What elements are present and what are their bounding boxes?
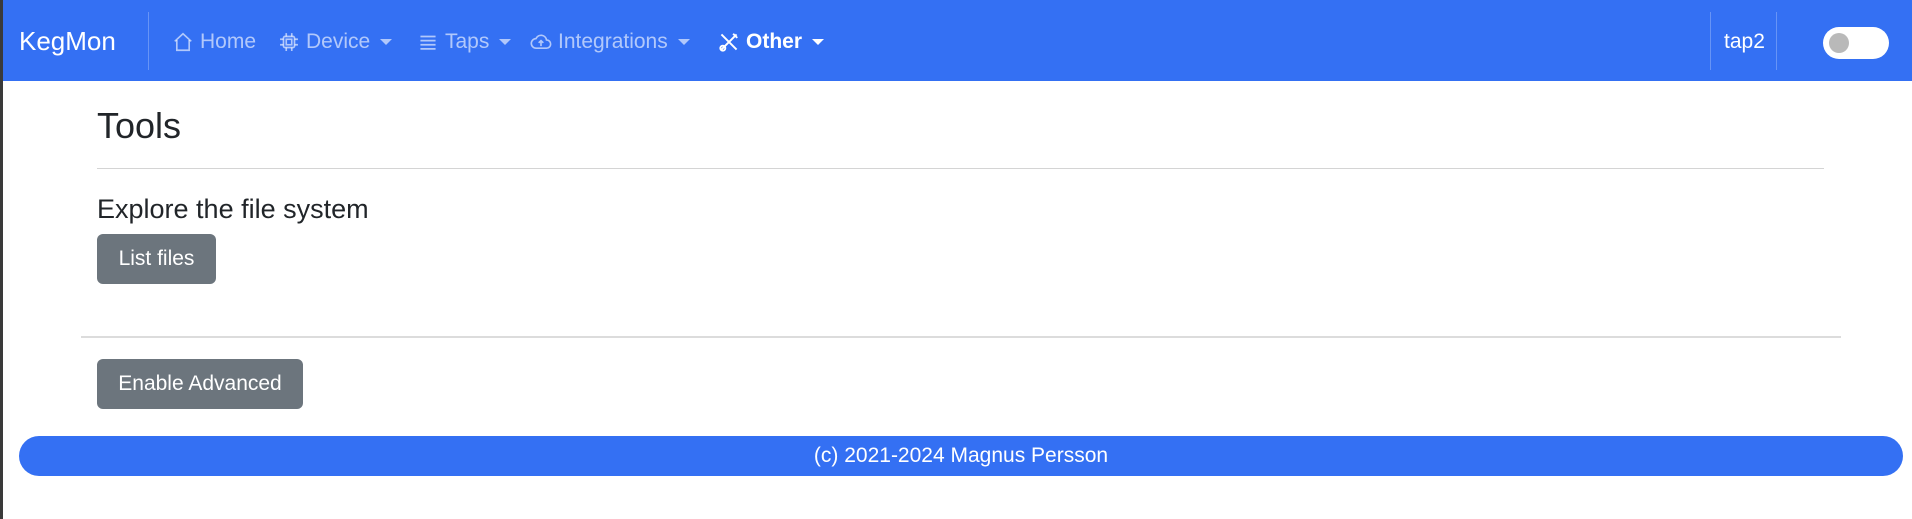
- navbar-divider: [1710, 12, 1711, 70]
- nav-other-label: Other: [746, 30, 803, 53]
- footer: (c) 2021-2024 Magnus Persson: [19, 436, 1903, 476]
- section-divider: [81, 336, 1841, 338]
- navbar-divider: [1776, 12, 1777, 70]
- nav-other[interactable]: Other: [718, 28, 825, 56]
- chevron-down-icon: [812, 39, 825, 45]
- house-icon: [174, 32, 192, 52]
- chevron-down-icon: [380, 39, 393, 45]
- nav-taps-label: Taps: [445, 30, 490, 53]
- device-name: tap2: [1724, 30, 1765, 53]
- toggle-knob: [1829, 33, 1849, 53]
- nav-device[interactable]: Device: [278, 28, 393, 56]
- cpu-icon: [280, 33, 298, 51]
- brand-logo[interactable]: KegMon: [19, 26, 116, 56]
- chevron-down-icon: [677, 39, 690, 45]
- cloud-upload-icon: [530, 34, 552, 50]
- chevron-down-icon: [499, 39, 512, 45]
- navbar: KegMon Home Device Taps Integrations Oth…: [3, 0, 1912, 81]
- nav-device-label: Device: [306, 30, 371, 53]
- nav-taps[interactable]: Taps: [417, 28, 512, 56]
- enable-advanced-button[interactable]: Enable Advanced: [97, 359, 303, 409]
- tools-icon: [719, 33, 738, 52]
- nav-integrations-label: Integrations: [558, 30, 668, 53]
- title-divider: [97, 168, 1824, 169]
- footer-copyright: (c) 2021-2024 Magnus Persson: [813, 444, 1109, 467]
- list-icon: [420, 35, 436, 50]
- nav-home-label: Home: [200, 30, 257, 53]
- nav-integrations[interactable]: Integrations: [530, 28, 690, 56]
- dark-mode-toggle[interactable]: [1823, 27, 1889, 59]
- nav-home[interactable]: Home: [172, 28, 256, 56]
- list-files-button[interactable]: List files: [97, 234, 216, 284]
- navbar-divider: [148, 12, 149, 70]
- section-heading: Explore the file system: [97, 194, 369, 224]
- page-title: Tools: [97, 105, 182, 146]
